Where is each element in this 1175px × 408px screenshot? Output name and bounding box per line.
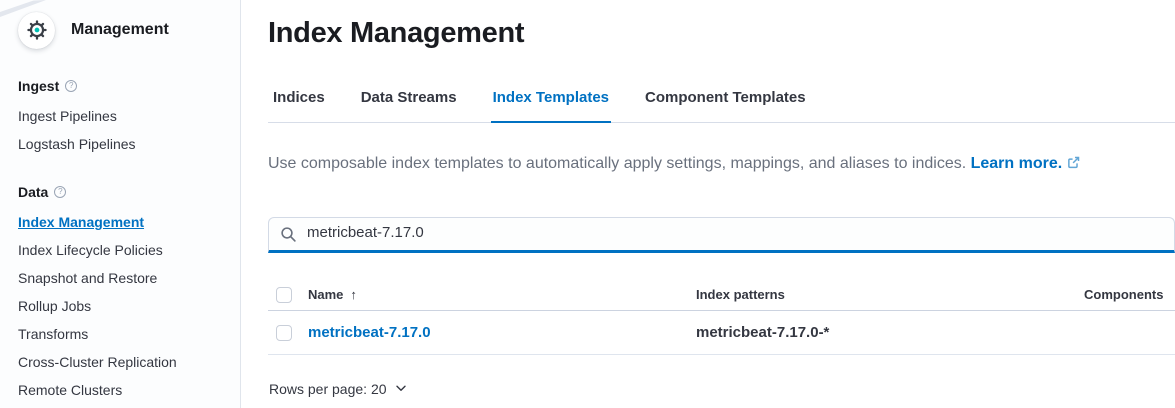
sidebar-item-label[interactable]: Cross-Cluster Replication [18,354,177,370]
table-header-row: Name ↑ Index patterns Components [268,279,1175,311]
nav-section-ingest: Ingest ? [18,76,222,96]
sidebar-item-label[interactable]: Index Management [18,214,144,230]
search-input[interactable] [268,217,1175,253]
external-link-icon [1067,154,1080,176]
sidebar-item-ingest-pipelines[interactable]: Ingest Pipelines [18,102,222,130]
sidebar-item-label[interactable]: Index Lifecycle Policies [18,242,163,258]
sidebar-item-label[interactable]: Snapshot and Restore [18,270,157,286]
chevron-down-icon [395,381,407,397]
learn-more-label[interactable]: Learn more. [971,155,1063,172]
nav-section-data-label: Data [18,184,48,200]
nav-list-data: Index Management Index Lifecycle Policie… [18,208,222,404]
search-icon [280,226,297,248]
management-sidebar: Management Ingest ? Ingest Pipelines Log… [0,0,241,408]
templates-description-text: Use composable index templates to automa… [268,155,966,172]
sidebar-item-remote-clusters[interactable]: Remote Clusters [18,376,222,404]
rows-per-page-button[interactable]: Rows per page: 20 [268,381,407,397]
section-help-icon: ? [54,186,66,198]
table-footer: Rows per page: 20 [268,381,1175,399]
sidebar-item-cross-cluster-replication[interactable]: Cross-Cluster Replication [18,348,222,376]
sidebar-header: Management [18,10,222,50]
section-help-icon: ? [65,80,77,92]
templates-description: Use composable index templates to automa… [268,153,1175,176]
column-header-index-patterns: Index patterns [696,287,1084,302]
sidebar-item-index-lifecycle-policies[interactable]: Index Lifecycle Policies [18,236,222,264]
tab-data-streams[interactable]: Data Streams [359,88,459,122]
sidebar-title: Management [71,21,169,39]
sidebar-item-label[interactable]: Ingest Pipelines [18,108,117,124]
column-header-components: Components [1084,287,1175,302]
nav-list-ingest: Ingest Pipelines Logstash Pipelines [18,102,222,158]
tab-bar: Indices Data Streams Index Templates Com… [268,88,1175,123]
index-management-page: Index Management Indices Data Streams In… [241,0,1175,408]
column-header-name[interactable]: Name ↑ [308,287,696,302]
index-templates-table: Name ↑ Index patterns Components metricb… [268,279,1175,355]
sort-ascending-icon: ↑ [350,287,357,302]
nav-section-ingest-label: Ingest [18,78,59,94]
sidebar-item-label[interactable]: Rollup Jobs [18,298,91,314]
sidebar-item-rollup-jobs[interactable]: Rollup Jobs [18,292,222,320]
row-index-patterns: metricbeat-7.17.0-* [696,324,1084,341]
sidebar-item-label[interactable]: Logstash Pipelines [18,136,136,152]
template-name-link[interactable]: metricbeat-7.17.0 [308,324,696,341]
sidebar-item-transforms[interactable]: Transforms [18,320,222,348]
row-checkbox[interactable] [276,325,292,341]
management-gear-icon [18,12,55,49]
tab-index-templates[interactable]: Index Templates [491,88,611,122]
sidebar-item-snapshot-and-restore[interactable]: Snapshot and Restore [18,264,222,292]
page-title: Index Management [268,14,1175,52]
table-row: metricbeat-7.17.0 metricbeat-7.17.0-* [268,311,1175,355]
sidebar-item-label[interactable]: Transforms [18,326,88,342]
column-name-label[interactable]: Name [308,287,343,302]
sidebar-item-index-management[interactable]: Index Management [18,208,222,236]
learn-more-link[interactable]: Learn more. [971,155,1081,172]
sidebar-item-label[interactable]: Remote Clusters [18,382,122,398]
nav-section-data: Data ? [18,182,222,202]
select-all-checkbox[interactable] [276,287,292,303]
rows-per-page-label: Rows per page: 20 [269,381,387,397]
template-search [268,217,1175,253]
tab-indices[interactable]: Indices [271,88,327,122]
sidebar-item-logstash-pipelines[interactable]: Logstash Pipelines [18,130,222,158]
tab-component-templates[interactable]: Component Templates [643,88,808,122]
